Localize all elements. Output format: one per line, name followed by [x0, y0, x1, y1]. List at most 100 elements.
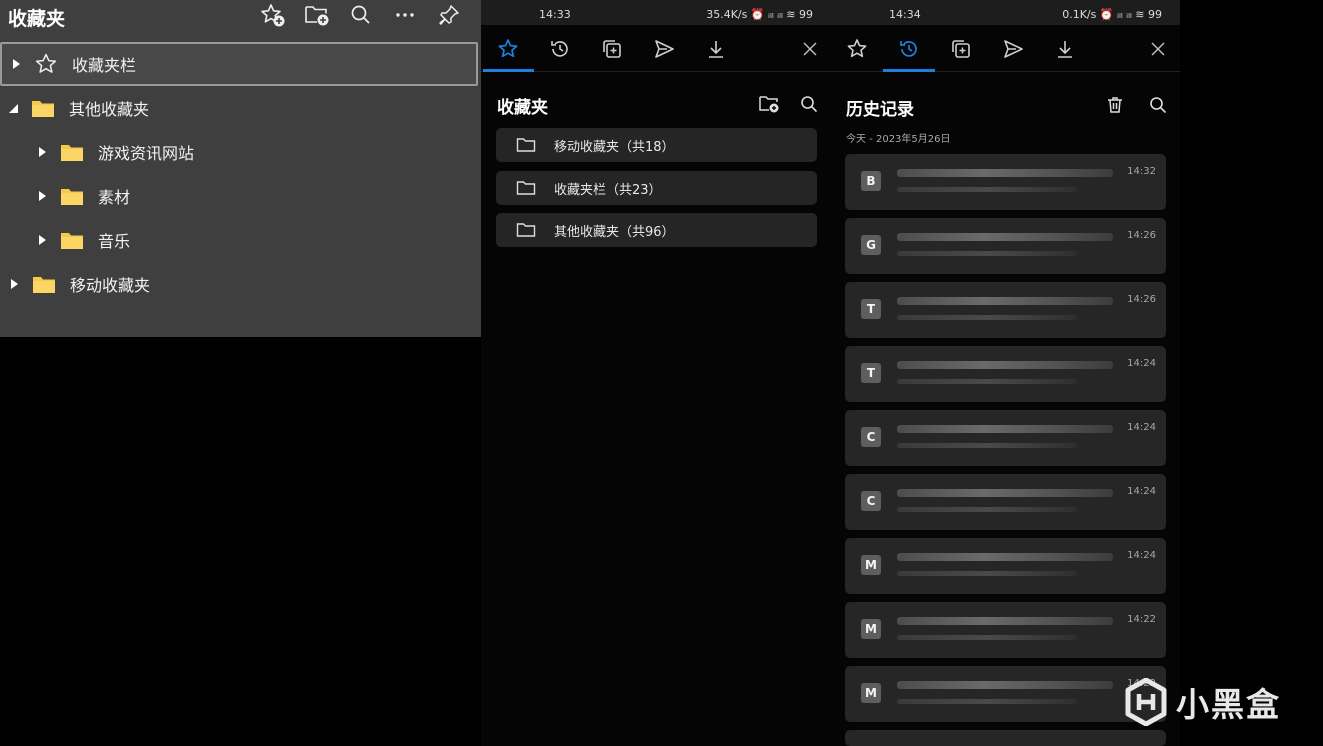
- history-item-partial[interactable]: [845, 730, 1166, 746]
- search-icon: [801, 96, 818, 113]
- watermark-text: 小黑盒: [1176, 685, 1281, 724]
- search-icon: [351, 5, 370, 24]
- blurred-url: [897, 251, 1077, 256]
- more-icon: [396, 13, 414, 17]
- history-time: 14:26: [1127, 294, 1156, 305]
- blurred-title: [897, 425, 1113, 433]
- more-button[interactable]: [383, 0, 427, 30]
- blurred-title: [897, 169, 1113, 177]
- close-button[interactable]: [1147, 38, 1169, 60]
- download-icon: [709, 41, 723, 58]
- blurred-url: [897, 379, 1077, 384]
- add-favorite-button[interactable]: [251, 0, 295, 30]
- blurred-title: [897, 489, 1113, 497]
- history-item[interactable]: T 14:24: [845, 346, 1166, 402]
- tree-item-label: 音乐: [98, 232, 131, 251]
- download-icon: [1058, 41, 1072, 58]
- folder-icon: [60, 230, 84, 250]
- pin-button[interactable]: [427, 0, 471, 30]
- collections-icon: [952, 40, 970, 58]
- tab-downloads[interactable]: [705, 38, 727, 60]
- delete-history-button[interactable]: [1105, 95, 1125, 115]
- folder-outline-icon: [516, 223, 536, 237]
- history-item[interactable]: B 14:32: [845, 154, 1166, 210]
- tab-favorites[interactable]: [846, 38, 868, 60]
- folder-icon: [31, 98, 55, 118]
- search-button[interactable]: [799, 94, 819, 114]
- history-item[interactable]: M 14:24: [845, 538, 1166, 594]
- site-letter-icon: G: [861, 235, 881, 255]
- star-icon: [34, 52, 58, 76]
- tab-history[interactable]: [898, 38, 920, 60]
- collections-icon: [603, 40, 621, 58]
- history-item[interactable]: M 14:22: [845, 666, 1166, 722]
- status-time: 14:33: [539, 8, 571, 21]
- expand-caret-icon[interactable]: [8, 278, 20, 290]
- search-button[interactable]: [339, 0, 383, 30]
- search-icon: [1150, 97, 1167, 114]
- history-item[interactable]: G 14:26: [845, 218, 1166, 274]
- section-title: 收藏夹: [497, 98, 548, 118]
- tab-downloads[interactable]: [1054, 38, 1076, 60]
- star-plus-icon: [261, 4, 285, 27]
- status-network: 0.1K/s ⏰ ᵢₗₗ ᵢₗₗ ≋ 99: [1062, 8, 1162, 21]
- tab-favorites[interactable]: [497, 38, 519, 60]
- history-item[interactable]: C 14:24: [845, 410, 1166, 466]
- expand-caret-icon[interactable]: [36, 234, 48, 246]
- tree-item-music[interactable]: 音乐: [0, 218, 517, 262]
- close-button[interactable]: [799, 38, 821, 60]
- folder-item-label: 收藏夹栏（共23）: [554, 182, 662, 198]
- tree-item-label: 游戏资讯网站: [98, 144, 195, 163]
- tree-item-game-news[interactable]: 游戏资讯网站: [0, 130, 517, 174]
- expand-caret-icon[interactable]: [36, 146, 48, 158]
- expand-caret-icon[interactable]: [36, 190, 48, 202]
- site-letter-icon: T: [861, 363, 881, 383]
- collapse-caret-icon[interactable]: [7, 102, 19, 114]
- send-icon: [1004, 40, 1023, 58]
- tree-item-mobile-favorites[interactable]: 移动收藏夹: [0, 262, 489, 306]
- pin-icon: [439, 5, 459, 25]
- folder-item-other-favorites[interactable]: 其他收藏夹（共96）: [496, 213, 817, 247]
- tab-send[interactable]: [653, 38, 675, 60]
- tree-item-other-favorites[interactable]: 其他收藏夹: [0, 86, 488, 130]
- blurred-title: [897, 681, 1113, 689]
- mobile-toolbar: [481, 25, 831, 72]
- history-time: 14:24: [1127, 422, 1156, 433]
- blurred-url: [897, 699, 1077, 704]
- blurred-url: [897, 571, 1077, 576]
- watermark: 小黑盒: [1124, 678, 1281, 726]
- folder-icon: [60, 142, 84, 162]
- active-tab-indicator: [483, 69, 534, 72]
- history-item[interactable]: C 14:24: [845, 474, 1166, 530]
- send-icon: [655, 40, 674, 58]
- trash-icon: [1108, 97, 1122, 113]
- folder-item-label: 移动收藏夹（共18）: [554, 139, 675, 155]
- search-button[interactable]: [1148, 95, 1168, 115]
- history-item[interactable]: M 14:22: [845, 602, 1166, 658]
- folder-icon: [32, 274, 56, 294]
- section-title: 历史记录: [846, 100, 914, 120]
- active-tab-indicator: [883, 69, 935, 72]
- history-item[interactable]: T 14:26: [845, 282, 1166, 338]
- folder-item-favorites-bar[interactable]: 收藏夹栏（共23）: [496, 171, 817, 205]
- tree-item-favorites-bar[interactable]: 收藏夹栏: [0, 42, 478, 86]
- add-folder-button[interactable]: [758, 94, 780, 114]
- folder-item-mobile-favorites[interactable]: 移动收藏夹（共18）: [496, 128, 817, 162]
- tab-send[interactable]: [1002, 38, 1024, 60]
- desktop-title: 收藏夹: [8, 8, 66, 30]
- tab-collections[interactable]: [601, 38, 623, 60]
- history-time: 14:26: [1127, 230, 1156, 241]
- site-letter-icon: C: [861, 427, 881, 447]
- history-time: 14:22: [1127, 614, 1156, 625]
- tree-item-materials[interactable]: 素材: [0, 174, 517, 218]
- folder-plus-icon: [305, 6, 329, 26]
- tab-collections[interactable]: [950, 38, 972, 60]
- mobile-favorites-screen: 14:33 35.4K/s ⏰ ᵢₗₗ ᵢₗₗ ≋ 99 收藏夹 移动收藏夹（共…: [481, 0, 831, 746]
- history-date-label: 今天 - 2023年5月26日: [846, 134, 951, 145]
- tab-history[interactable]: [549, 38, 571, 60]
- expand-caret-icon[interactable]: [10, 58, 22, 70]
- history-time: 14:24: [1127, 486, 1156, 497]
- star-icon: [498, 39, 518, 58]
- status-bar: 14:33 35.4K/s ⏰ ᵢₗₗ ᵢₗₗ ≋ 99: [481, 0, 831, 25]
- add-folder-button[interactable]: [295, 0, 339, 30]
